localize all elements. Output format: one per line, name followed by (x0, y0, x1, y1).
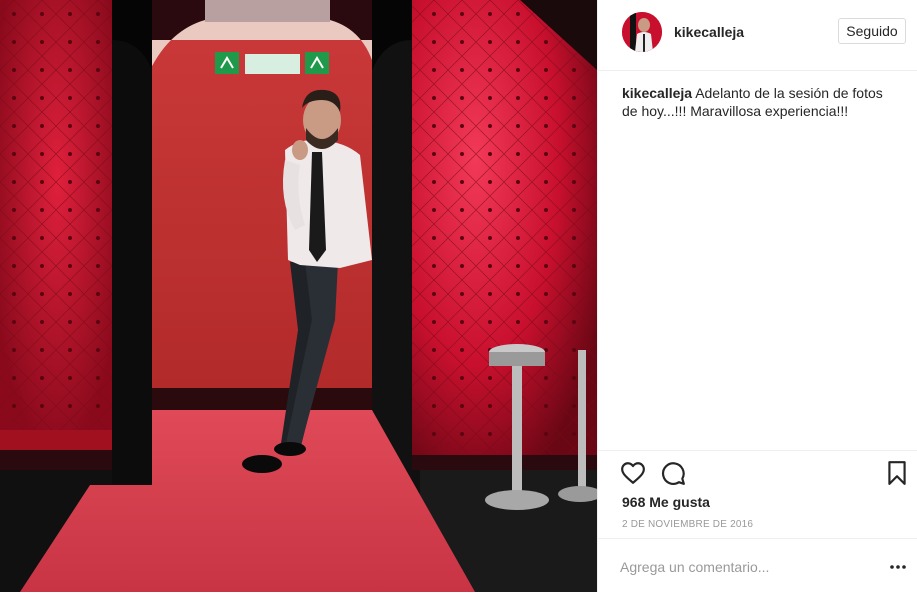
like-count[interactable]: 968 Me gusta (622, 494, 710, 510)
post-caption: kikecalleja Adelanto de la sesión de fot… (622, 84, 892, 120)
post-date[interactable]: 2 DE NOVIEMBRE DE 2016 (622, 519, 753, 530)
action-bar (598, 450, 917, 491)
comment-input[interactable] (620, 557, 870, 577)
post-header: kikecalleja Seguido (598, 0, 917, 71)
post-author-username[interactable]: kikecalleja (674, 24, 744, 40)
bookmark-icon[interactable] (884, 460, 910, 486)
post-photo[interactable] (0, 0, 597, 592)
post-sidebar: kikecalleja Seguido kikecalleja Adelanto… (597, 0, 917, 592)
avatar-image (622, 12, 662, 52)
instagram-post: kikecalleja Seguido kikecalleja Adelanto… (0, 0, 917, 592)
comment-bar (598, 538, 917, 593)
more-options-icon[interactable] (888, 557, 908, 577)
photo-scene (0, 0, 597, 592)
avatar[interactable] (622, 12, 662, 52)
comment-icon[interactable] (660, 460, 686, 486)
following-button[interactable]: Seguido (838, 18, 906, 44)
heart-icon[interactable] (620, 460, 646, 486)
caption-username[interactable]: kikecalleja (622, 85, 692, 101)
